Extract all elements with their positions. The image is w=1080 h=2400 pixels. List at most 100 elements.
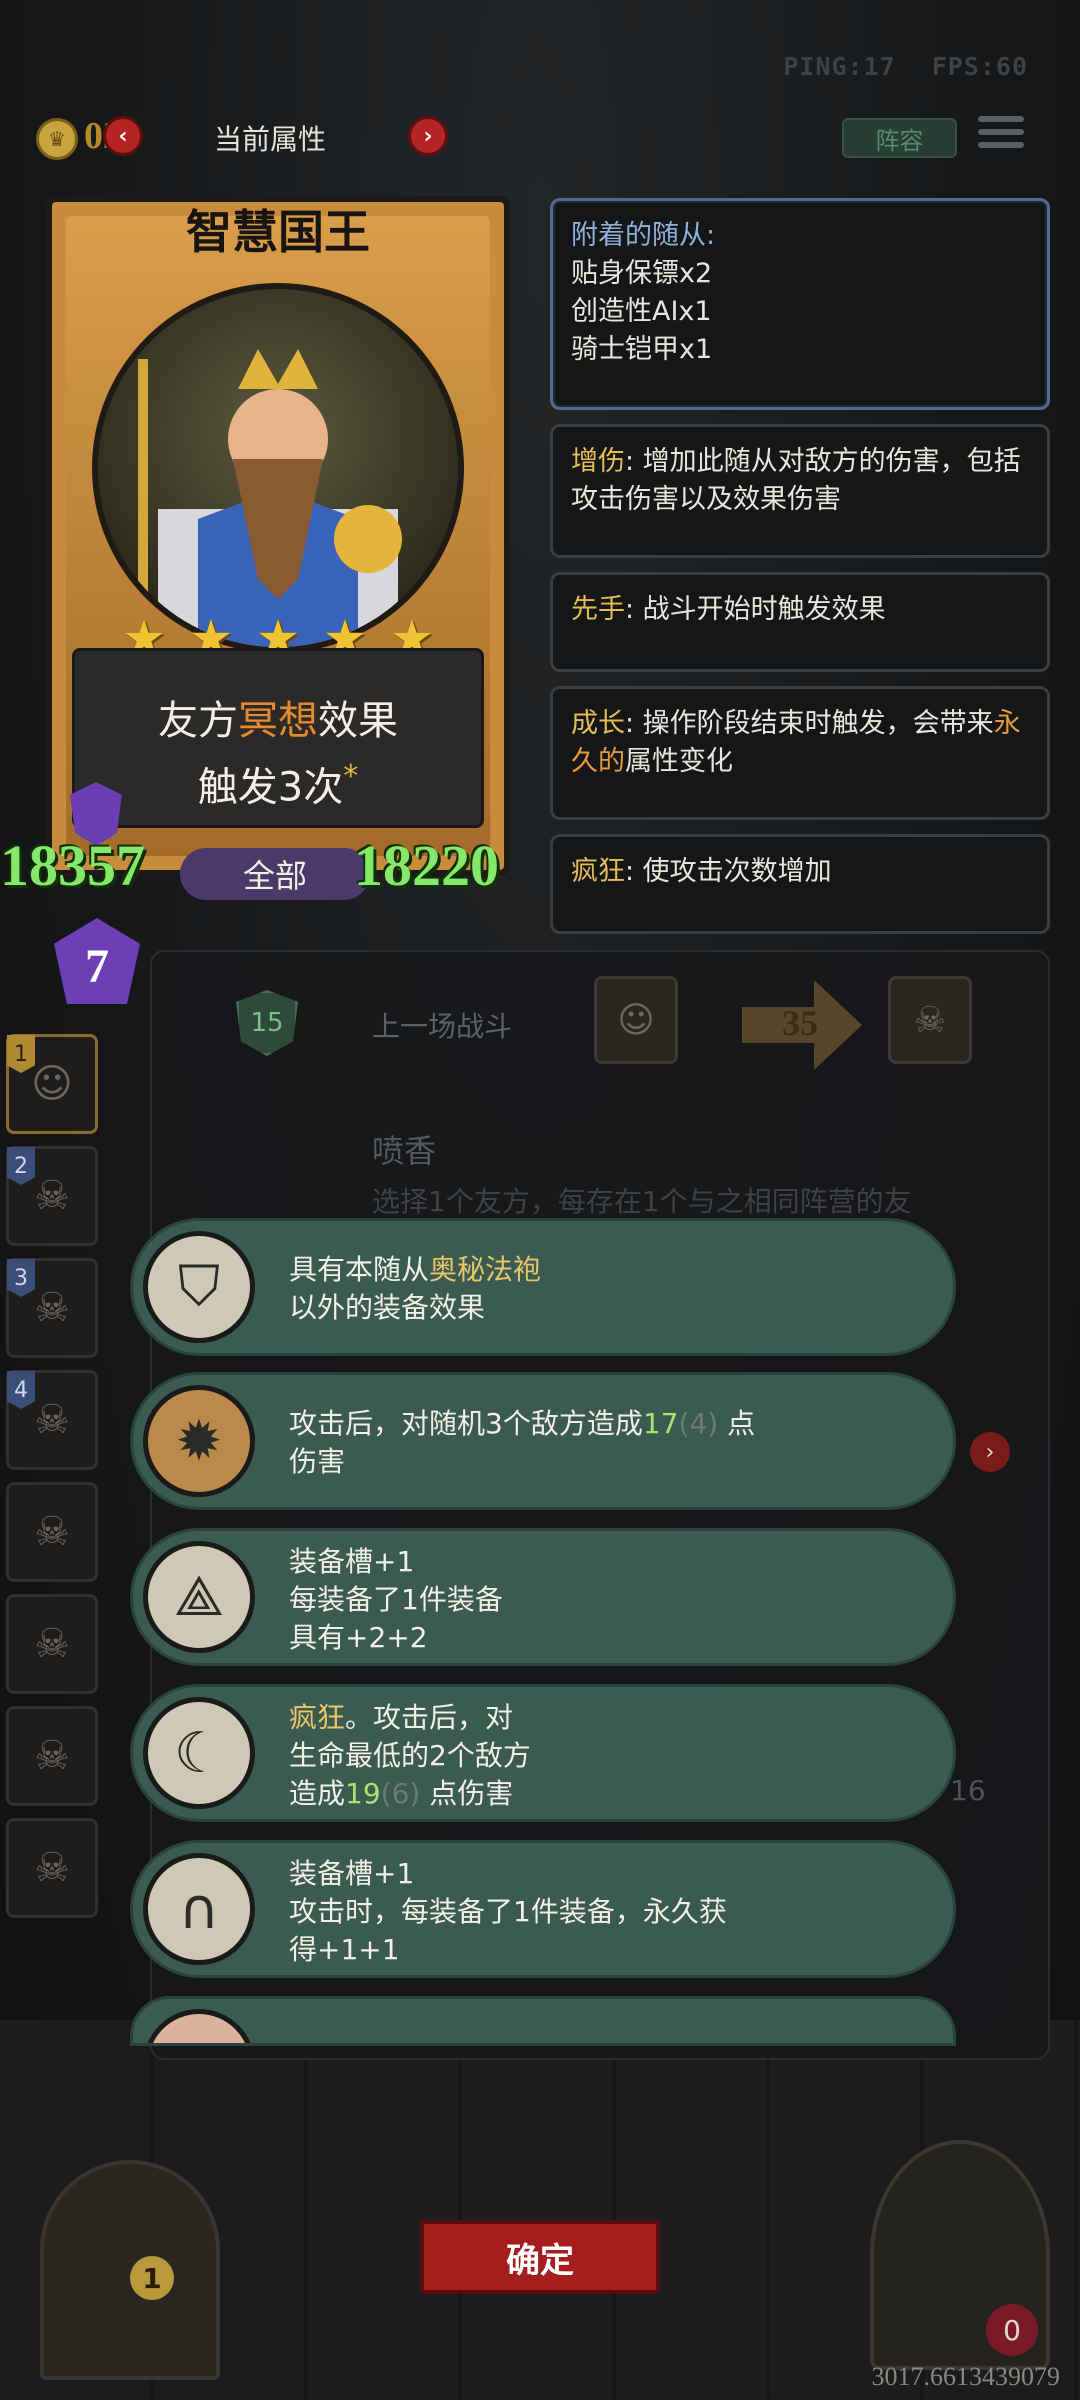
ability-text: 友方	[158, 698, 238, 744]
attacker-portrait[interactable]: ☺	[594, 976, 678, 1064]
ability-asterisk: *	[343, 759, 359, 794]
equipment-icon	[143, 2009, 255, 2043]
skull-icon: ☠	[34, 1285, 70, 1331]
coordinate-readout: 3017.6613439079	[871, 2362, 1061, 2391]
slot-number: 1	[7, 1035, 35, 1073]
tooltip-text: : 增加此随从对敌方的伤害，包括攻击伤害以及效果伤害	[571, 446, 1021, 515]
hero-ability-box: 友方冥想效果 触发3次*	[72, 648, 484, 828]
equip-keyword: 奥秘法袍	[429, 1253, 542, 1286]
equipment-item[interactable]: ☾ 疯狂。攻击后，对 生命最低的2个敌方 造成19(6) 点伤害	[130, 1684, 956, 1822]
equip-text: 个敌方造成	[502, 1407, 643, 1440]
equipment-description: 疯狂。攻击后，对 生命最低的2个敌方 造成19(6) 点伤害	[289, 1699, 913, 1813]
equipment-description: 攻击后，对随机3个敌方造成17(4) 点 伤害	[289, 1405, 913, 1481]
skull-icon: ☠	[34, 1509, 70, 1555]
frenzy-tooltip: 疯狂: 使攻击次数增加	[550, 834, 1050, 934]
equip-text: 点	[718, 1407, 756, 1440]
page-title: 当前属性	[214, 124, 327, 155]
equip-text: 装备槽+1	[289, 1545, 415, 1578]
keyword-label: 疯狂	[571, 856, 625, 887]
gold-coin-icon: ♛	[36, 118, 78, 160]
equip-text: 得+1+1	[289, 1933, 400, 1966]
ability-line-1: 友方冥想效果	[75, 693, 481, 749]
equipment-description: 装备槽+1 每装备了1件装备 具有+2+2	[289, 1543, 913, 1657]
equipment-item[interactable]: ✹ 攻击后，对随机3个敌方造成17(4) 点 伤害	[130, 1372, 956, 1510]
roster-slot-2[interactable]: 2 ☠	[6, 1146, 98, 1246]
last-battle-label: 上一场战斗	[372, 1010, 513, 1043]
ability-text: 效果	[318, 698, 398, 744]
tooltip-text: 属性变化	[625, 746, 733, 777]
fps-readout: FPS:60	[931, 52, 1028, 81]
equip-value: 17	[642, 1407, 679, 1440]
confirm-button[interactable]: 确定	[420, 2220, 660, 2294]
skull-icon: ☠	[34, 1845, 70, 1891]
scythe-icon: ☾	[143, 1697, 255, 1809]
skill-title: 喷香	[372, 1132, 437, 1170]
keyword-label: 先手	[571, 594, 625, 625]
prev-page-button[interactable]: ‹	[103, 116, 143, 156]
roster-slot-8[interactable]: ☠	[6, 1818, 98, 1918]
equip-base-value: (6)	[380, 1777, 421, 1810]
tooltip-title: 附着的随从:	[571, 220, 716, 251]
next-arrow-button[interactable]: ›	[970, 1432, 1010, 1472]
equipment-description: 具有本随从奥秘法袍 以外的装备效果	[289, 1251, 913, 1327]
skull-icon: ☠	[34, 1397, 70, 1443]
slot-number: 3	[7, 1259, 35, 1297]
skull-icon: ☠	[34, 1621, 70, 1667]
equip-text: 每装备了1件装备	[289, 1583, 503, 1616]
equip-text: 装备槽+1	[289, 1857, 415, 1890]
equip-text: 攻击时，每装备了1件装备，永久获	[289, 1895, 727, 1928]
keyword-label: 增伤	[571, 446, 625, 477]
roster-slot-1[interactable]: 1 ☺	[6, 1034, 98, 1134]
shop-door-icon[interactable]	[40, 2160, 220, 2380]
slot-number: 4	[7, 1371, 35, 1409]
ability-text: 触发3次	[197, 764, 344, 811]
equip-text: 具有本随从	[289, 1253, 430, 1286]
target-portrait[interactable]: ☠	[888, 976, 972, 1064]
equip-text: 以外的装备效果	[289, 1291, 486, 1324]
ability-keyword: 冥想	[238, 698, 318, 744]
catapult-icon: ✹	[143, 1385, 255, 1497]
tooltip-text: : 操作阶段结束时触发，会带来	[625, 708, 994, 739]
lineup-button[interactable]: 阵容	[842, 118, 957, 158]
hero-name: 智慧国王	[186, 205, 370, 259]
equipment-item[interactable]: ⟁ 装备槽+1 每装备了1件装备 具有+2+2	[130, 1528, 956, 1666]
minion-portrait-icon: ☺	[31, 1061, 73, 1107]
attack-stat: 18357	[0, 833, 145, 898]
next-page-button[interactable]: ›	[408, 116, 448, 156]
roster-slot-5[interactable]: ☠	[6, 1482, 98, 1582]
roster-slot-6[interactable]: ☠	[6, 1594, 98, 1694]
skill-description: 选择1个友方，每存在1个与之相同阵营的友	[372, 1185, 912, 1218]
equipment-item-partial[interactable]	[130, 1996, 956, 2046]
health-stat: 18220	[354, 833, 499, 898]
tooltip-line: 骑士铠甲x1	[571, 334, 713, 365]
damage-value: 35	[782, 1003, 818, 1043]
roster-slot-7[interactable]: ☠	[6, 1706, 98, 1806]
equip-text: 生命最低的2个敌方	[289, 1739, 531, 1772]
slot-number: 2	[7, 1147, 35, 1185]
menu-icon[interactable]	[978, 116, 1024, 156]
first-strike-tooltip: 先手: 战斗开始时触发效果	[550, 572, 1050, 672]
skull-icon: ☠	[34, 1733, 70, 1779]
roster-slot-4[interactable]: 4 ☠	[6, 1370, 98, 1470]
damage-boost-tooltip: 增伤: 增加此随从对敌方的伤害，包括攻击伤害以及效果伤害	[550, 424, 1050, 558]
tooltip-line: 贴身保镖x2	[571, 258, 713, 289]
equipment-item[interactable]: ⛉ 具有本随从奥秘法袍 以外的装备效果	[130, 1218, 956, 1356]
equipment-item[interactable]: ∩ 装备槽+1 攻击时，每装备了1件装备，永久获 得+1+1	[130, 1840, 956, 1978]
horseshoe-icon: ∩	[143, 1853, 255, 1965]
tooltip-text: : 使攻击次数增加	[625, 856, 832, 887]
side-counter: 16	[950, 1774, 986, 1807]
hero-portrait	[92, 283, 464, 653]
equip-text: 具有+2+2	[289, 1621, 428, 1654]
skull-icon: ☠	[34, 1173, 70, 1219]
network-stats: PING:17 FPS:60	[747, 52, 1028, 81]
tooltip-line: 创造性AIx1	[571, 296, 712, 327]
equip-text: 伤害	[289, 1445, 346, 1478]
filter-all-button[interactable]: 全部	[180, 848, 370, 900]
keyword-label: 成长	[571, 708, 625, 739]
roster-slot-3[interactable]: 3 ☠	[6, 1258, 98, 1358]
spikes-icon: ⟁	[143, 1541, 255, 1653]
ability-line-2: 触发3次*	[75, 749, 481, 815]
robe-icon: ⛉	[143, 1231, 255, 1343]
tooltip-text: : 战斗开始时触发效果	[625, 594, 886, 625]
equip-base-value: (4)	[678, 1407, 719, 1440]
